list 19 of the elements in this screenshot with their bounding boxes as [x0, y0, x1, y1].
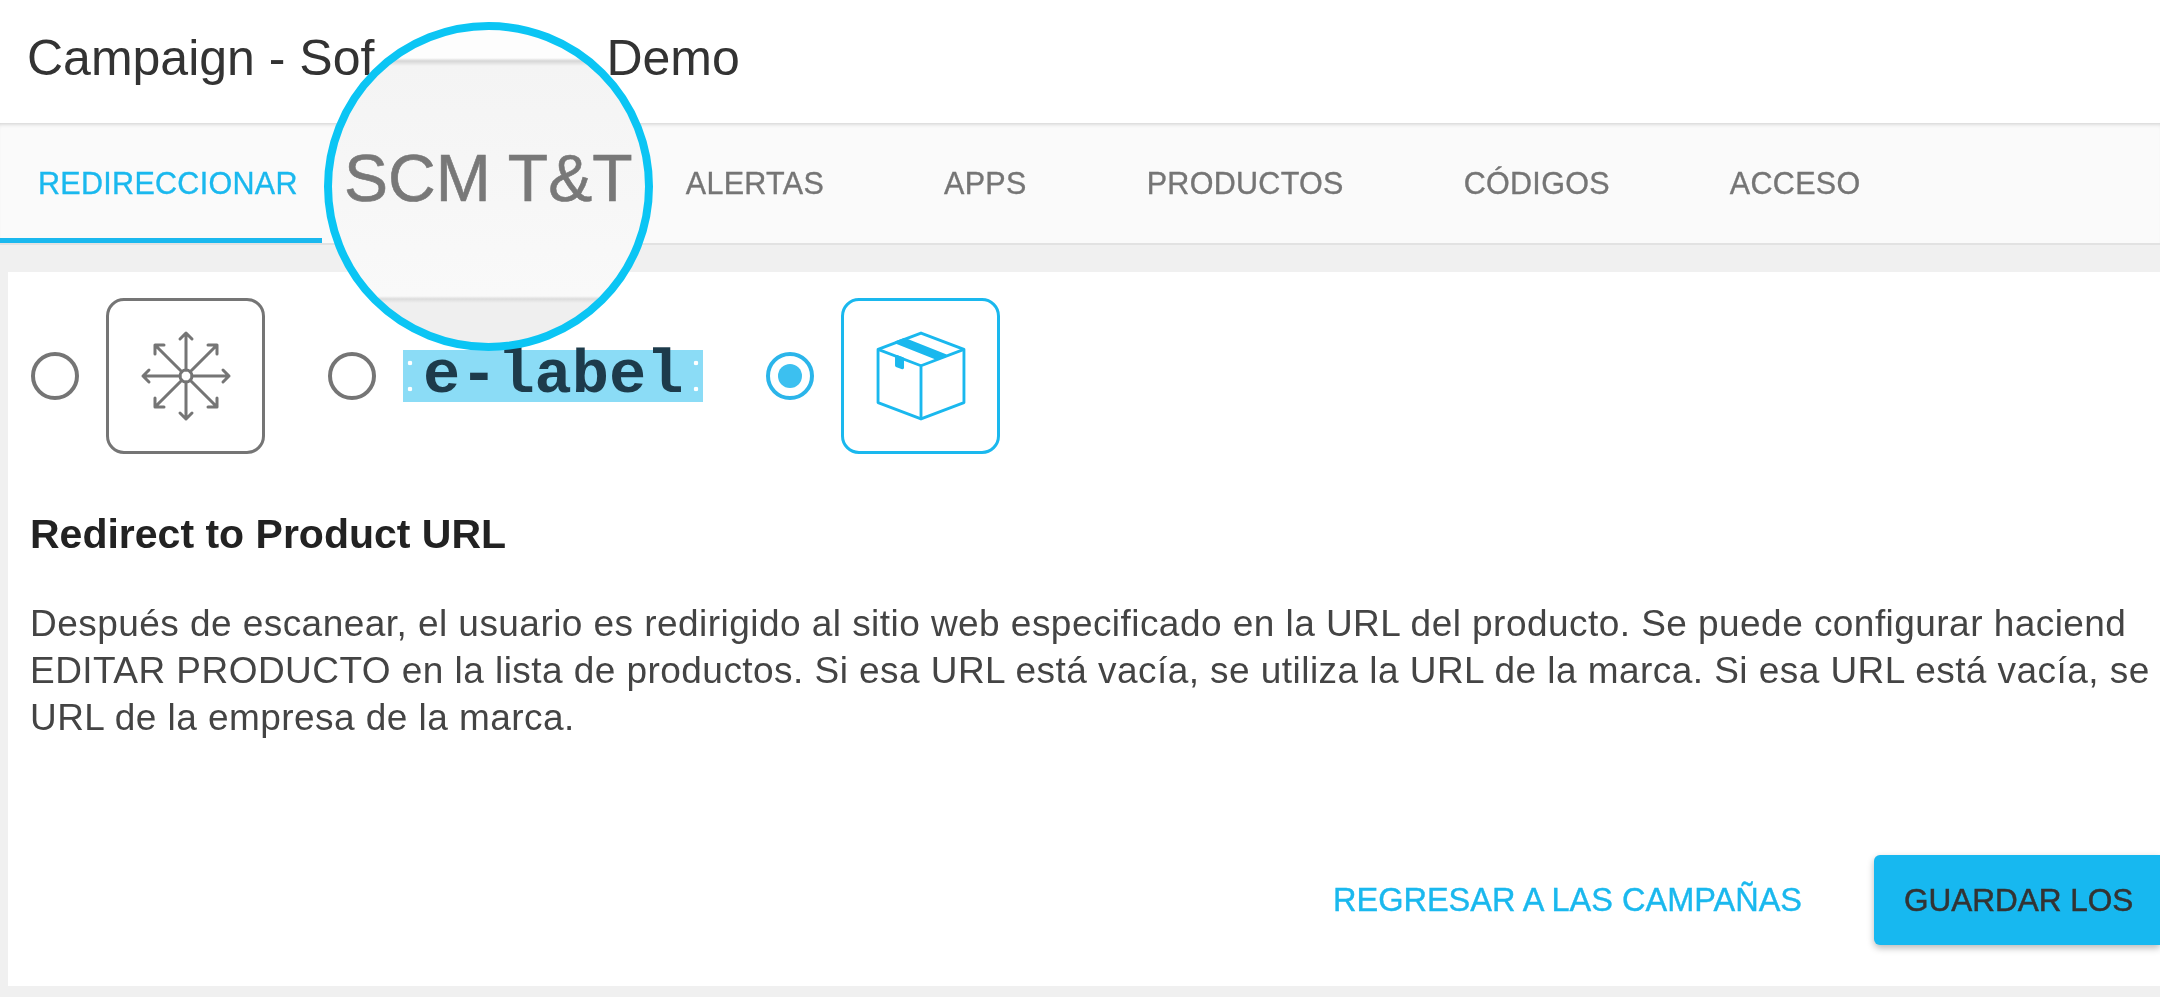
description-text: Después de escanear, el usuario es redirigido al sitio web especificado en la URL del producto. Se puede configurar haciend EDITAR PRODUCTO en la lista de productos. Si esa URL está vacía, se utiliza la URL de la marca. Si esa URL está vacía, se URL de la empresa de la marca.	[30, 602, 2151, 740]
section-heading: Redirect to Product URL	[30, 510, 508, 558]
magnified-tab-label: SCM T&T	[344, 139, 633, 216]
page-title: Campaign - Sof	[27, 28, 375, 87]
back-button[interactable]: REGRESAR A LAS CAMPAÑAS	[1297, 855, 1838, 945]
radio-button[interactable]	[31, 352, 79, 400]
option-tile[interactable]	[106, 298, 265, 454]
radio-button[interactable]	[328, 352, 376, 400]
save-button[interactable]: GUARDAR LOS	[1874, 855, 2160, 945]
tab[interactable]: ALERTAS	[661, 123, 849, 243]
arrows-icon	[139, 330, 232, 422]
box-icon	[875, 331, 966, 421]
option-tile[interactable]	[841, 298, 1001, 454]
tab[interactable]: ACCESO	[1705, 123, 1885, 243]
radio-button[interactable]	[766, 352, 815, 400]
tab[interactable]: APPS	[920, 123, 1051, 243]
page-title: Demo	[606, 28, 740, 87]
tab[interactable]: CÓDIGOS	[1439, 123, 1634, 243]
tab[interactable]: PRODUCTOS	[1122, 123, 1368, 243]
